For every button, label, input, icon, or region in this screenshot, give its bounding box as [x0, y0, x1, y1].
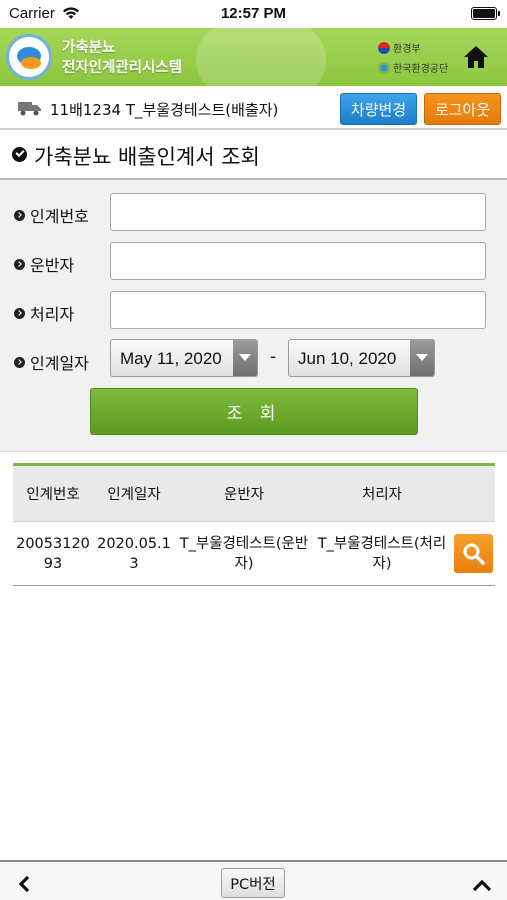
date-label: 인계일자 — [14, 350, 89, 374]
results-table: 인계번호 인계일자 운반자 처리자 2005312093 2020.05.13 … — [13, 463, 495, 586]
chevron-up-icon — [472, 879, 492, 892]
carrier-label: 운반자 — [14, 252, 74, 276]
date-to-select[interactable]: Jun 10, 2020 — [288, 339, 435, 377]
header-transfer-no: 인계번호 — [26, 487, 80, 503]
transfer-no-label-text: 인계번호 — [30, 207, 89, 226]
date-separator: - — [270, 347, 277, 367]
check-circle-icon — [12, 147, 27, 162]
page-title: 가축분뇨 배출인계서 조회 — [34, 145, 260, 169]
agency-logo: 한국환경공단 — [378, 60, 448, 75]
app-title-line1: 가축분뇨 — [62, 40, 116, 56]
processor-label-text: 처리자 — [30, 305, 75, 324]
chevron-down-icon — [233, 340, 257, 376]
agency-label: 한국환경공단 — [393, 64, 449, 75]
magnifier-icon — [463, 543, 485, 565]
page-title-bar: 가축분뇨 배출인계서 조회 — [0, 130, 507, 180]
scroll-top-button[interactable] — [472, 877, 492, 896]
transfer-no-label: 인계번호 — [14, 203, 89, 227]
header-carrier: 운반자 — [223, 487, 265, 503]
status-bar: Carrier 12:57 PM — [0, 0, 507, 28]
cell-carrier: T_부울경테스트(운반자) — [175, 521, 313, 586]
agency-icon — [378, 61, 390, 74]
user-bar: 11배1234 T_부울경테스트(배출자) 차량변경 로그아웃 — [0, 86, 507, 130]
cell-date: 2020.05.13 — [93, 521, 175, 586]
ministry-label: 환경부 — [393, 44, 421, 55]
chevron-left-icon — [18, 875, 30, 893]
battery-icon — [471, 7, 500, 20]
date-label-text: 인계일자 — [30, 354, 89, 373]
detail-search-button[interactable] — [453, 534, 493, 573]
table-row[interactable]: 2005312093 2020.05.13 T_부울경테스트(운반자) T_부울… — [13, 521, 495, 586]
app-logo — [6, 34, 52, 80]
processor-input[interactable] — [110, 291, 486, 329]
app-title-line2: 전자인계관리시스템 — [62, 60, 183, 76]
bullet-icon — [14, 258, 25, 270]
pc-version-button[interactable]: PC버전 — [221, 868, 285, 898]
carrier-label-text: 운반자 — [30, 256, 75, 275]
carrier-input[interactable] — [110, 242, 486, 280]
header-action — [451, 465, 495, 522]
chevron-down-icon — [410, 340, 434, 376]
home-icon — [464, 46, 488, 68]
cell-transfer-no: 2005312093 — [13, 521, 93, 586]
header-date: 인계일자 — [107, 487, 161, 503]
table-header-row: 인계번호 인계일자 운반자 처리자 — [13, 464, 495, 522]
clock: 12:57 PM — [220, 5, 287, 22]
taegeuk-icon — [378, 41, 390, 54]
bullet-icon — [14, 307, 25, 319]
transfer-no-input[interactable] — [110, 193, 486, 231]
bottom-bar: PC버전 — [0, 860, 507, 900]
bullet-icon — [14, 356, 25, 368]
pig-watermark — [196, 28, 326, 86]
header-processor: 처리자 — [361, 487, 403, 503]
truck-icon — [18, 100, 42, 120]
search-button[interactable]: 조 회 — [90, 388, 418, 435]
search-panel: 인계번호 운반자 처리자 인계일자 May 11, 2020 - Jun 10,… — [0, 180, 507, 452]
logout-button[interactable]: 로그아웃 — [424, 93, 501, 125]
home-button[interactable] — [460, 42, 492, 72]
date-from-value: May 11, 2020 — [120, 349, 222, 368]
app-header: 가축분뇨 전자인계관리시스템 환경부 한국환경공단 — [0, 28, 507, 86]
ministry-logo: 환경부 — [378, 40, 421, 55]
processor-label: 처리자 — [14, 301, 74, 325]
date-from-select[interactable]: May 11, 2020 — [110, 339, 258, 377]
back-button[interactable] — [17, 875, 31, 897]
change-vehicle-button[interactable]: 차량변경 — [340, 93, 417, 125]
cell-processor: T_부울경테스트(처리자) — [313, 521, 451, 586]
date-to-value: Jun 10, 2020 — [298, 349, 397, 368]
bullet-icon — [14, 209, 25, 221]
vehicle-user-info: 11배1234 T_부울경테스트(배출자) — [50, 101, 279, 119]
cell-action — [451, 521, 495, 586]
